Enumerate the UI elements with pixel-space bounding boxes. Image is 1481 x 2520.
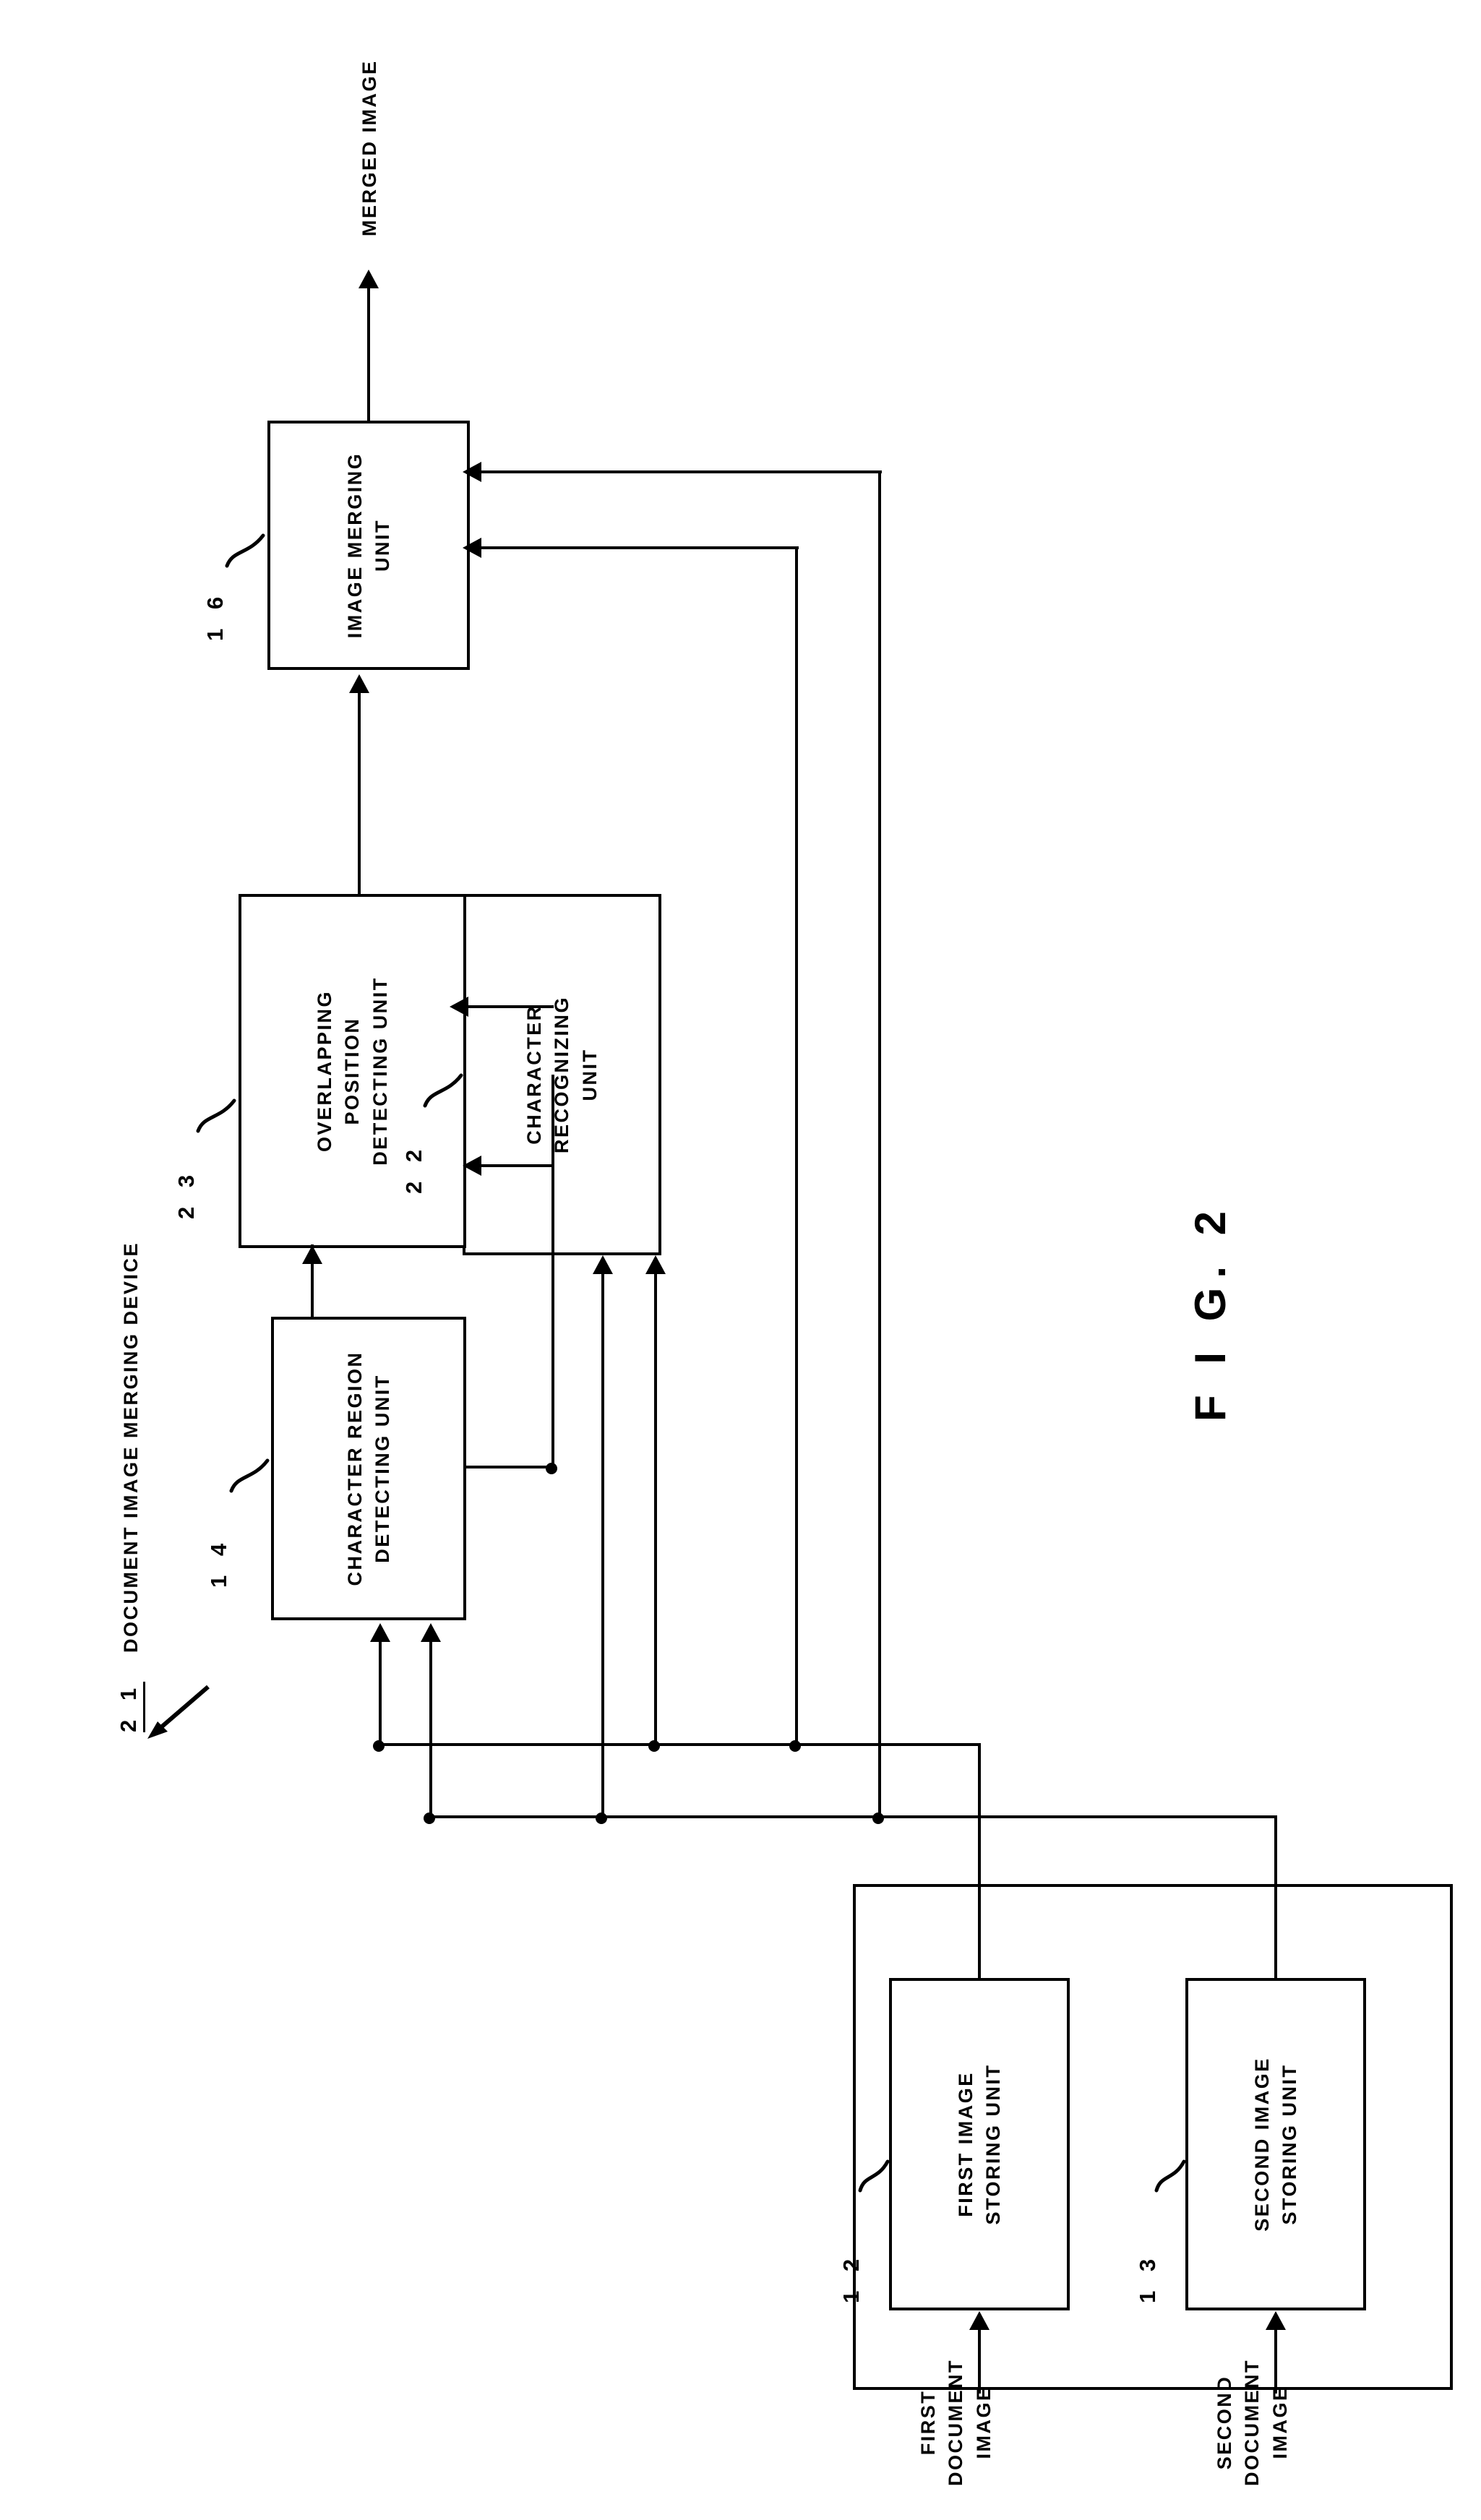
leader-line-14 bbox=[229, 1443, 275, 1494]
junction-dot-second-recognizer bbox=[596, 1812, 607, 1824]
input-label-second-document-image: SECOND DOCUMENT IMAGE bbox=[1214, 2359, 1291, 2486]
wire-bus-second-out bbox=[1274, 1815, 1277, 1978]
arrowhead-overlap-to-merging bbox=[349, 674, 369, 693]
ref-character-region-detecting-unit: 1 4 bbox=[206, 1536, 231, 1588]
wire-overlap-to-merging bbox=[358, 688, 361, 894]
device-ref-numeral: 2 1 bbox=[116, 1681, 145, 1732]
wire-merging-output bbox=[367, 283, 370, 421]
block-first-image-storing-unit[interactable]: FIRST IMAGE STORING UNIT bbox=[889, 1978, 1070, 2310]
arrowhead-first-to-char-region bbox=[370, 1623, 390, 1642]
wire-second-to-char-region bbox=[429, 1640, 432, 1818]
wire-bus-first-out bbox=[978, 1743, 981, 1978]
ref-overlapping-position-detecting-unit: 2 3 bbox=[173, 1168, 199, 1219]
figure-caption: F I G. 2 bbox=[1186, 1201, 1235, 1422]
device-title: DOCUMENT IMAGE MERGING DEVICE bbox=[120, 1241, 142, 1653]
junction-dot-bus-first-lower bbox=[373, 1740, 385, 1752]
junction-dot-second-merging bbox=[872, 1812, 884, 1824]
device-title-leader bbox=[145, 1678, 213, 1743]
arrowhead-input-first bbox=[969, 2311, 990, 2330]
arrowhead-second-to-char-region bbox=[421, 1623, 441, 1642]
figure-canvas: FIRST IMAGE STORING UNIT SECOND IMAGE ST… bbox=[0, 0, 1481, 2520]
ref-image-merging-unit: 1 6 bbox=[202, 590, 228, 641]
wire-branch-to-overlap bbox=[477, 1164, 553, 1167]
junction-dot-char-region-branch bbox=[546, 1463, 557, 1474]
block-character-recognizing-unit[interactable]: CHARACTER RECOGNIZING UNIT bbox=[463, 894, 661, 1255]
output-label-merged-image: MERGED IMAGE bbox=[359, 59, 380, 236]
wire-recognizer-to-overlap-stem bbox=[468, 1005, 554, 1008]
wire-second-to-merging-up bbox=[481, 470, 882, 473]
ref-character-recognizing-unit: 2 2 bbox=[401, 1143, 426, 1194]
wire-input-second bbox=[1274, 2328, 1277, 2394]
block-image-merging-unit[interactable]: IMAGE MERGING UNIT bbox=[267, 421, 470, 670]
wire-second-to-merging bbox=[878, 470, 881, 1818]
arrowhead-input-second bbox=[1266, 2311, 1286, 2330]
ref-second-image-storing-unit: 1 3 bbox=[1135, 2252, 1160, 2303]
leader-line-23 bbox=[196, 1083, 241, 1134]
arrowhead-branch-to-overlap bbox=[463, 1156, 481, 1176]
leader-line-13 bbox=[1154, 2143, 1195, 2193]
arrowhead-recognizer-to-overlap bbox=[450, 997, 468, 1017]
wire-first-to-char-region bbox=[379, 1640, 382, 1746]
leader-line-16 bbox=[225, 518, 270, 569]
wire-first-to-recognizer bbox=[654, 1269, 657, 1746]
wire-second-to-recognizer bbox=[601, 1269, 604, 1818]
leader-line-12 bbox=[858, 2143, 898, 2193]
block-character-region-detecting-unit[interactable]: CHARACTER REGION DETECTING UNIT bbox=[271, 1317, 466, 1620]
leader-line-22 bbox=[423, 1058, 468, 1109]
block-label: FIRST IMAGE STORING UNIT bbox=[954, 2063, 1004, 2225]
wire-bus-first-vertical bbox=[379, 1743, 981, 1746]
wire-char-region-down bbox=[466, 1466, 553, 1468]
arrowhead-second-to-merging bbox=[463, 462, 481, 482]
input-label-first-document-image: FIRST DOCUMENT IMAGE bbox=[917, 2359, 995, 2486]
arrowhead-merging-output bbox=[359, 270, 379, 288]
arrowhead-first-to-merging bbox=[463, 538, 481, 558]
block-second-image-storing-unit[interactable]: SECOND IMAGE STORING UNIT bbox=[1185, 1978, 1366, 2310]
junction-dot-first-recognizer bbox=[648, 1740, 660, 1752]
block-label: OVERLAPPING POSITION DETECTING UNIT bbox=[314, 976, 391, 1166]
wire-char-region-branch bbox=[551, 1075, 554, 1468]
junction-dot-first-merging bbox=[789, 1740, 801, 1752]
wire-first-to-merging-up bbox=[481, 546, 799, 549]
block-label: CHARACTER REGION DETECTING UNIT bbox=[343, 1351, 393, 1586]
wire-bus-second-vertical bbox=[429, 1815, 1277, 1818]
block-label: SECOND IMAGE STORING UNIT bbox=[1250, 2057, 1300, 2232]
arrowhead-char-region-to-overlap bbox=[302, 1245, 322, 1264]
ref-first-image-storing-unit: 1 2 bbox=[838, 2252, 864, 2303]
wire-input-first bbox=[978, 2328, 981, 2394]
block-label: CHARACTER RECOGNIZING UNIT bbox=[523, 996, 601, 1154]
junction-dot-bus-second-lower bbox=[424, 1812, 435, 1824]
block-label: IMAGE MERGING UNIT bbox=[343, 452, 393, 639]
wire-first-to-merging bbox=[795, 546, 798, 1746]
arrowhead-second-to-recognizer bbox=[593, 1255, 613, 1274]
arrowhead-first-to-recognizer bbox=[645, 1255, 666, 1274]
